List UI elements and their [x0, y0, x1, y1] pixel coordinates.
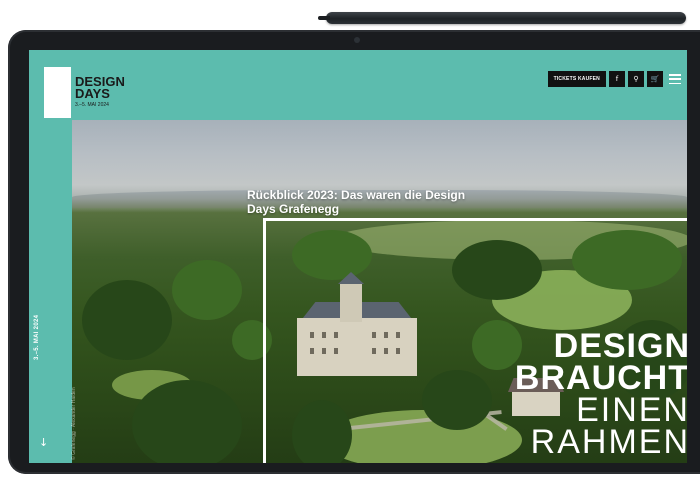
headline-line1: Rückblick 2023: Das waren die Design — [247, 188, 466, 202]
facebook-icon[interactable]: f — [609, 71, 625, 87]
search-icon[interactable]: ⚲ — [628, 71, 644, 87]
site-header: DESIGN DAYS 3.–5. MAI 2024 TICKETS KAUFE… — [29, 50, 687, 120]
tree-decoration — [172, 260, 242, 320]
menu-icon[interactable] — [669, 74, 681, 84]
tree-decoration — [82, 280, 172, 360]
tree-decoration — [132, 380, 242, 463]
image-copyright: © Grafenegg · Alexander Haiden — [71, 387, 77, 460]
header-nav: TICKETS KAUFEN f ⚲ 🛒 — [547, 71, 681, 87]
headline-line2: Days Grafenegg — [247, 202, 340, 216]
hero-headline-link[interactable]: Rückblick 2023: Das waren die Design Day… — [247, 188, 497, 216]
cart-icon[interactable]: 🛒 — [647, 71, 663, 87]
slogan-line4: RAHMEN — [530, 423, 687, 461]
logo-line2: DAYS — [75, 86, 110, 101]
logo[interactable]: DESIGN DAYS — [75, 75, 125, 101]
sidebar-date: 3.–5. MAI 2024 — [34, 314, 40, 360]
arrow-down-icon[interactable]: ↓ — [39, 436, 48, 449]
tickets-button[interactable]: TICKETS KAUFEN — [547, 71, 606, 87]
slogan-line1: DESIGN — [553, 327, 687, 365]
slogan-line3: EINEN — [576, 391, 687, 429]
stylus — [318, 12, 686, 24]
logo-mark[interactable] — [44, 67, 71, 118]
camera-icon — [354, 37, 360, 43]
logo-date: 3.–5. MAI 2024 — [75, 102, 109, 108]
slogan-line2: BRAUCHT — [514, 359, 687, 397]
website-screen: DESIGN DAYS 3.–5. MAI 2024 TICKETS KAUFE… — [29, 50, 687, 463]
hero-slogan: DESIGN BRAUCHT EINEN RAHMEN — [514, 327, 687, 461]
